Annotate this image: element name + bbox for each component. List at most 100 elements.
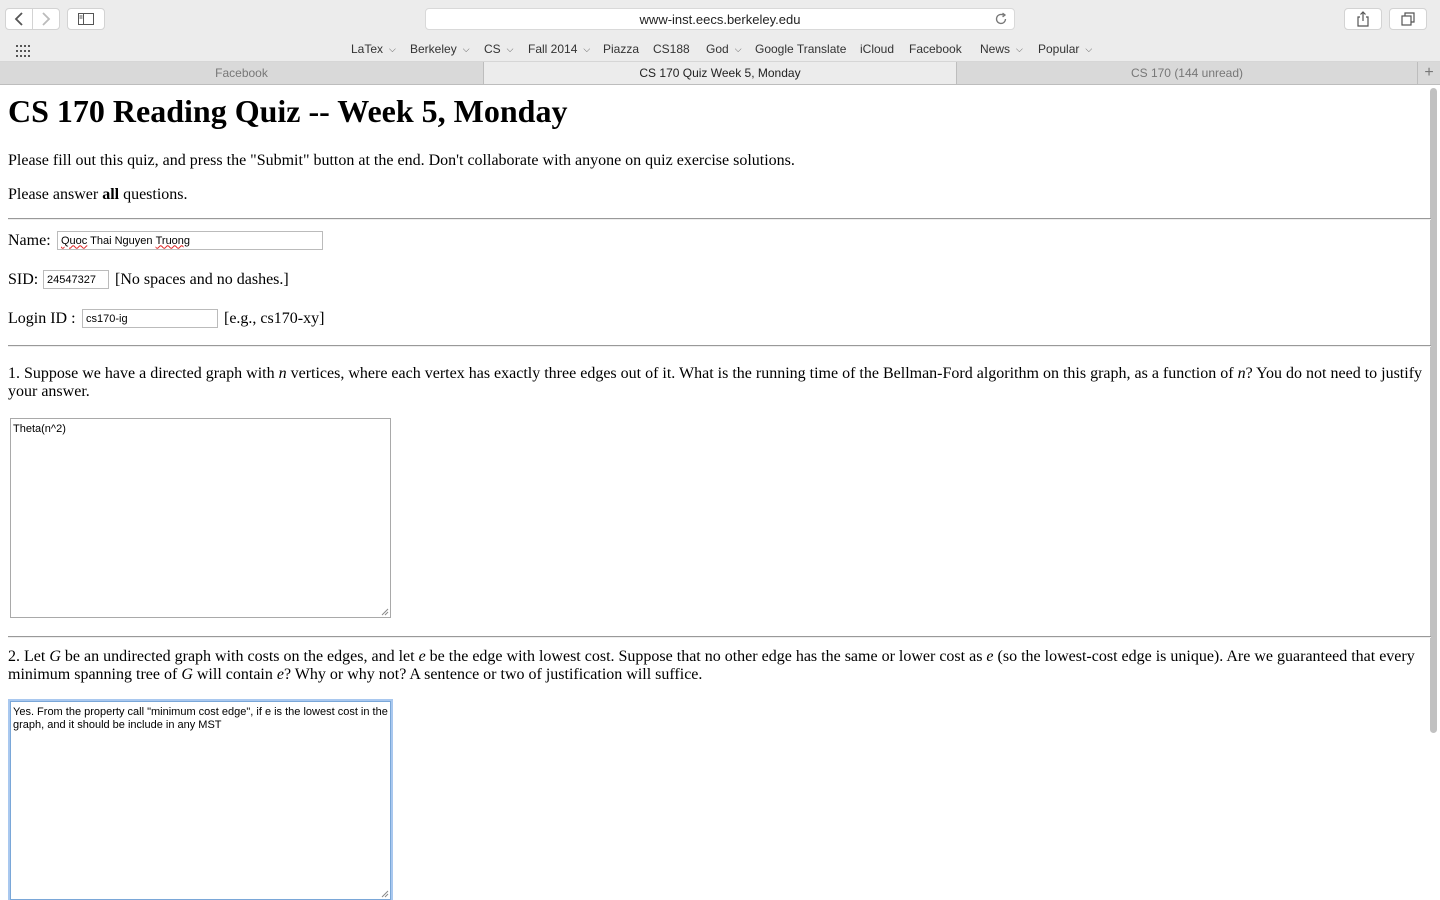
q1-answer: Theta(n^2) bbox=[13, 423, 66, 435]
q2-text: will contain bbox=[192, 666, 277, 683]
tab-cs170-quiz[interactable]: CS 170 Quiz Week 5, Monday bbox=[484, 62, 957, 84]
resize-grip-icon[interactable] bbox=[381, 890, 389, 898]
bookmark-facebook[interactable]: Facebook bbox=[909, 42, 962, 56]
tab-label: Facebook bbox=[215, 66, 268, 80]
answer-all-post: questions. bbox=[119, 186, 188, 203]
q1-var-n: n bbox=[1237, 365, 1246, 382]
plus-icon: + bbox=[1424, 64, 1434, 81]
q1-answer-textarea[interactable]: Theta(n^2) bbox=[10, 418, 391, 618]
name-value-part: Thai Nguyen bbox=[87, 234, 156, 247]
bookmark-piazza[interactable]: Piazza bbox=[603, 42, 639, 56]
bookmark-latex[interactable]: LaTex ⌵ bbox=[351, 42, 396, 56]
bookmark-label: Facebook bbox=[909, 42, 962, 56]
divider bbox=[8, 218, 1431, 220]
chevron-down-icon: ⌵ bbox=[734, 43, 742, 54]
answer-all-text: Please answer all questions. bbox=[8, 186, 188, 204]
intro-text: Please fill out this quiz, and press the… bbox=[8, 152, 795, 169]
sid-field[interactable]: 24547327 bbox=[43, 270, 109, 289]
chevron-right-icon bbox=[42, 12, 51, 26]
name-field[interactable]: Quoc Thai Nguyen Truong bbox=[57, 231, 323, 250]
chevron-down-icon: ⌵ bbox=[462, 43, 470, 54]
reload-icon[interactable] bbox=[994, 12, 1008, 29]
sidebar-icon bbox=[78, 13, 94, 25]
tab-label: CS 170 (144 unread) bbox=[1130, 66, 1244, 80]
show-tabs-button[interactable] bbox=[1389, 8, 1427, 30]
url-text: www-inst.eecs.berkeley.edu bbox=[639, 11, 801, 27]
login-field[interactable]: cs170-ig bbox=[82, 309, 218, 328]
tab-cs170-unread[interactable]: CS 170 (144 unread) bbox=[957, 62, 1418, 84]
q2-text: be an undirected graph with costs on the… bbox=[60, 648, 419, 665]
sid-hint: [No spaces and no dashes.] bbox=[115, 271, 289, 288]
back-button[interactable] bbox=[5, 8, 33, 30]
q2-var-e: e bbox=[986, 648, 994, 665]
chevron-down-icon: ⌵ bbox=[1085, 43, 1093, 54]
resize-grip-icon[interactable] bbox=[381, 608, 389, 616]
bookmark-label: Google Translate bbox=[755, 42, 847, 56]
bookmark-cs188[interactable]: CS188 bbox=[653, 42, 690, 56]
q2-var-e: e bbox=[276, 666, 284, 683]
share-button[interactable] bbox=[1344, 8, 1382, 30]
divider bbox=[8, 636, 1431, 638]
chevron-down-icon: ⌵ bbox=[389, 43, 396, 54]
question-2: 2. Let G be an undirected graph with cos… bbox=[8, 648, 1428, 684]
bookmark-label: News bbox=[980, 42, 1011, 56]
login-label: Login ID : bbox=[8, 310, 76, 327]
chevron-down-icon: ⌵ bbox=[506, 43, 514, 54]
bookmark-god[interactable]: God ⌵ bbox=[706, 42, 742, 56]
login-hint: [e.g., cs170-xy] bbox=[224, 310, 325, 327]
q2-text: be the edge with lowest cost. Suppose th… bbox=[425, 648, 987, 665]
answer-all-pre: Please answer bbox=[8, 186, 103, 203]
tab-facebook[interactable]: Facebook bbox=[0, 62, 484, 84]
page-title: CS 170 Reading Quiz -- Week 5, Monday bbox=[8, 93, 568, 129]
bookmark-popular[interactable]: Popular ⌵ bbox=[1038, 42, 1092, 56]
new-tab-button[interactable]: + bbox=[1418, 62, 1440, 84]
page-content: CS 170 Reading Quiz -- Week 5, Monday Pl… bbox=[0, 86, 1440, 900]
name-label: Name: bbox=[8, 232, 51, 249]
bookmark-cs[interactable]: CS ⌵ bbox=[484, 42, 514, 56]
bookmark-label: Popular bbox=[1038, 42, 1080, 56]
bookmark-berkeley[interactable]: Berkeley ⌵ bbox=[410, 42, 470, 56]
answer-all-bold: all bbox=[102, 186, 120, 203]
bookmark-icloud[interactable]: iCloud bbox=[860, 42, 894, 56]
address-bar[interactable]: www-inst.eecs.berkeley.edu bbox=[425, 8, 1015, 30]
forward-button[interactable] bbox=[32, 8, 60, 30]
chevron-down-icon: ⌵ bbox=[583, 43, 591, 54]
share-icon bbox=[1357, 11, 1369, 27]
bookmark-label: iCloud bbox=[860, 42, 895, 56]
bookmark-label: Fall 2014 bbox=[528, 42, 578, 56]
bookmarks-bar: LaTex ⌵ Berkeley ⌵ CS ⌵ Fall 2014 ⌵ Piazza C… bbox=[0, 38, 1440, 62]
q1-text: 1. Suppose we have a directed graph with bbox=[8, 365, 279, 382]
bookmark-news[interactable]: News ⌵ bbox=[980, 42, 1023, 56]
q2-var-e: e bbox=[418, 648, 426, 665]
bookmark-label: CS188 bbox=[653, 42, 690, 56]
browser-toolbar: www-inst.eecs.berkeley.edu bbox=[0, 0, 1440, 38]
q2-var-g: G bbox=[49, 648, 61, 665]
tab-bar: Facebook CS 170 Quiz Week 5, Monday CS 1… bbox=[0, 62, 1440, 85]
q2-var-g: G bbox=[181, 666, 193, 683]
q2-text: 2. Let bbox=[8, 648, 50, 665]
bookmark-label: God bbox=[706, 42, 729, 56]
q2-text: ? Why or why not? A sentence or two of j… bbox=[283, 666, 703, 683]
bookmark-label: LaTex bbox=[351, 42, 384, 56]
bookmark-label: CS bbox=[484, 42, 501, 56]
bookmark-fall-2014[interactable]: Fall 2014 ⌵ bbox=[528, 42, 590, 56]
tabs-overview-icon bbox=[1401, 12, 1415, 26]
question-1: 1. Suppose we have a directed graph with… bbox=[8, 365, 1428, 401]
bookmark-label: Berkeley bbox=[410, 42, 457, 56]
chevron-down-icon: ⌵ bbox=[1016, 43, 1023, 54]
sid-label: SID: bbox=[8, 271, 39, 288]
name-value-part: Truong bbox=[155, 234, 191, 247]
bookmark-google-translate[interactable]: Google Translate bbox=[755, 42, 846, 56]
chevron-left-icon bbox=[14, 12, 23, 26]
name-value-part: Quoc bbox=[61, 234, 88, 247]
top-sites-grid-icon[interactable] bbox=[16, 44, 30, 62]
bookmark-label: Piazza bbox=[603, 42, 640, 56]
sidebar-toggle-button[interactable] bbox=[67, 8, 105, 30]
q2-answer: Yes. From the property call "minimum cos… bbox=[13, 706, 391, 731]
tab-label: CS 170 Quiz Week 5, Monday bbox=[639, 66, 801, 80]
q1-var-n: n bbox=[278, 365, 287, 382]
q1-text: vertices, where each vertex has exactly … bbox=[286, 365, 1238, 382]
q2-answer-textarea[interactable]: Yes. From the property call "minimum cos… bbox=[10, 701, 391, 900]
page-scrollbar[interactable] bbox=[1430, 88, 1437, 733]
divider bbox=[8, 345, 1431, 347]
